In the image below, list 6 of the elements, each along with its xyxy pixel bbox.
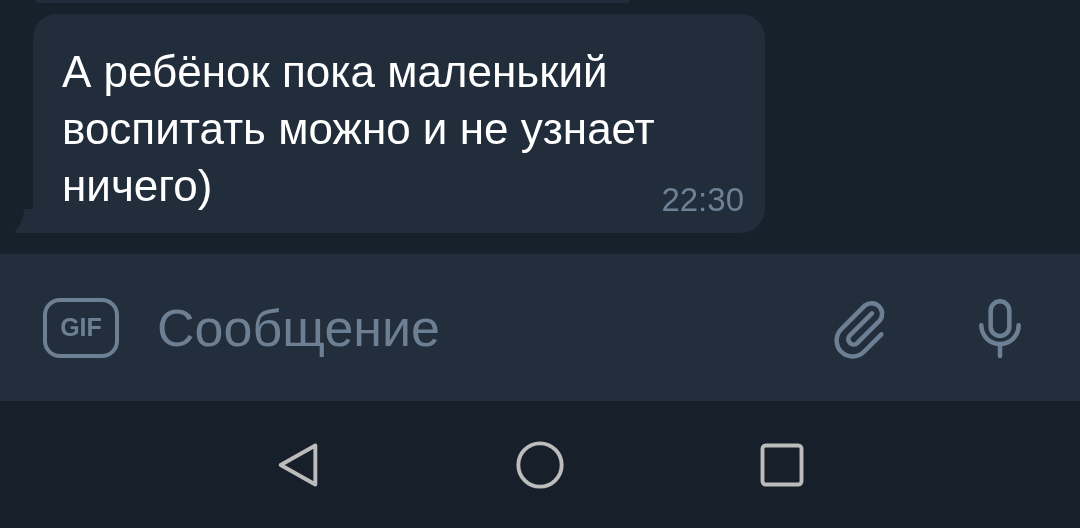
message-text: А ребёнок пока маленький воспитать можно и не узнает ничего) (62, 46, 656, 212)
home-icon[interactable] (514, 438, 566, 491)
message-composer[interactable]: GIF Сообщение (0, 254, 1080, 401)
gif-button[interactable]: GIF (43, 297, 119, 358)
message-field[interactable]: Сообщение (157, 297, 828, 358)
message-time: 22:30 (661, 181, 744, 219)
